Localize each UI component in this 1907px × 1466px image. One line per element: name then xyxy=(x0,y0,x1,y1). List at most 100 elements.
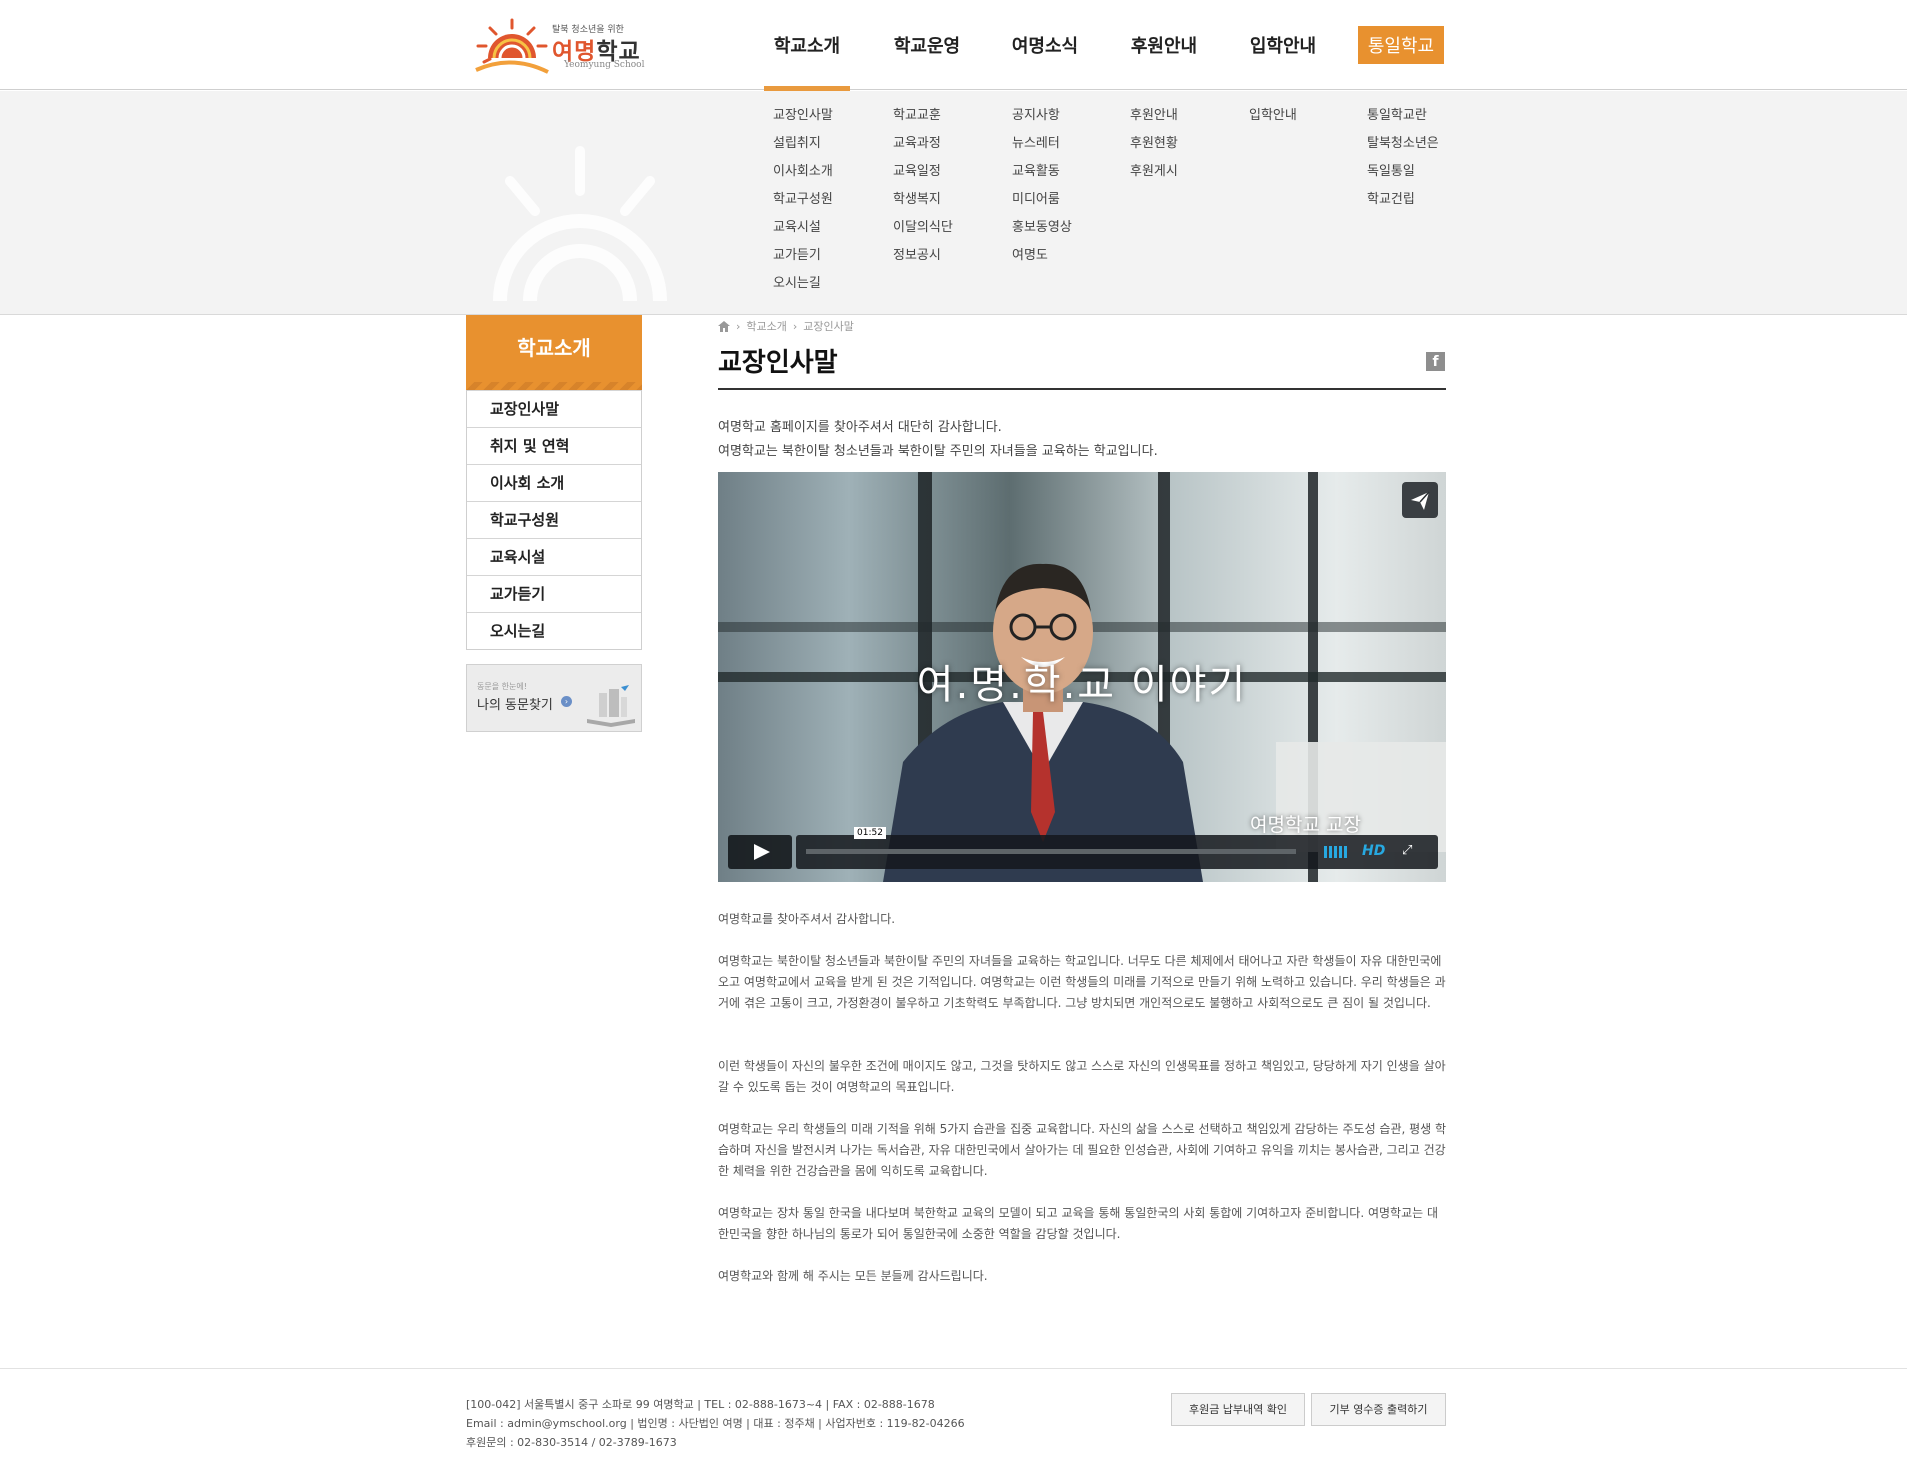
gnb-news[interactable]: 여명소식 xyxy=(1002,0,1088,90)
intro-line: 여명학교 홈페이지를 찾아주셔서 대단히 감사합니다. xyxy=(718,420,1002,435)
footer-address: [100-042] 서울특별시 중구 소파로 99 여명학교 | TEL : 0… xyxy=(466,1398,935,1411)
page-title: 교장인사말 xyxy=(718,348,838,378)
submenu-item[interactable]: 학생복지 xyxy=(893,191,953,219)
submenu-item[interactable]: 통일학교란 xyxy=(1367,107,1439,135)
body-paragraph: 여명학교는 북한이탈 청소년들과 북한이탈 주민의 자녀들을 교육하는 학교입니… xyxy=(718,954,1446,1010)
submenu-item[interactable]: 교육과정 xyxy=(893,135,953,163)
submenu-item[interactable]: 이사회소개 xyxy=(773,163,833,191)
fullscreen-icon[interactable]: ⤢ xyxy=(1402,843,1412,858)
gnb-school-operation[interactable]: 학교운영 xyxy=(884,0,970,90)
banner-small-text: 동문을 한눈에! xyxy=(477,682,527,691)
home-icon[interactable] xyxy=(718,320,730,332)
submenu-item[interactable]: 여명도 xyxy=(1012,247,1072,275)
title-divider xyxy=(718,388,1446,390)
submenu-item[interactable]: 이달의식단 xyxy=(893,219,953,247)
gnb-label: 후원안내 xyxy=(1130,36,1198,57)
submenu-school-intro: 교장인사말 설립취지 이사회소개 학교구성원 교육시설 교가듣기 오시는길 xyxy=(773,107,833,303)
body-paragraph: 이런 학생들이 자신의 불우한 조건에 매이지도 않고, 그것을 탓하지도 않고… xyxy=(718,1059,1446,1094)
sidebar-title: 학교소개 xyxy=(466,315,642,390)
video-subtitle: 여명학교 교장 xyxy=(1250,814,1361,836)
submenu-item[interactable]: 설립취지 xyxy=(773,135,833,163)
submenu-item[interactable]: 교장인사말 xyxy=(773,107,833,135)
chevron-right-icon: › xyxy=(736,319,741,333)
submenu-item[interactable]: 학교교훈 xyxy=(893,107,953,135)
sidebar-menu: 교장인사말 취지 및 연혁 이사회 소개 학교구성원 교육시설 교가듣기 오시는… xyxy=(466,390,642,650)
book-building-icon xyxy=(587,685,635,727)
submenu-admission: 입학안내 xyxy=(1249,107,1297,135)
gnb-label: 학교소개 xyxy=(773,36,841,57)
body-paragraph: 여명학교는 장차 통일 한국을 내다보며 북한학교 교육의 모델이 되고 교육을… xyxy=(718,1206,1439,1241)
submenu-item[interactable]: 탈북청소년은 xyxy=(1367,135,1439,163)
breadcrumb-item: 교장인사말 xyxy=(803,320,854,333)
body-paragraph: 여명학교는 우리 학생들의 미래 기적을 위해 5가지 습관을 집중 교육합니다… xyxy=(718,1122,1447,1178)
sidebar-item-members[interactable]: 학교구성원 xyxy=(467,501,641,538)
submenu-school-operation: 학교교훈 교육과정 교육일정 학생복지 이달의식단 정보공시 xyxy=(893,107,953,275)
gnb-donation[interactable]: 후원안내 xyxy=(1121,0,1207,90)
footer-company-info: Email : admin@ymschool.org | 법인명 : 사단법인 … xyxy=(466,1417,965,1430)
submenu-news: 공지사항 뉴스레터 교육활동 미디어룸 홍보동영상 여명도 xyxy=(1012,107,1072,275)
breadcrumb-item[interactable]: 학교소개 xyxy=(746,318,786,334)
body-paragraph: 여명학교를 찾아주셔서 감사합니다. xyxy=(718,912,896,926)
donation-receipt-button[interactable]: 기부 영수증 출력하기 xyxy=(1311,1393,1446,1426)
submenu-item[interactable]: 후원현황 xyxy=(1130,135,1178,163)
volume-icon[interactable] xyxy=(1324,846,1348,858)
submenu-item[interactable]: 오시는길 xyxy=(773,275,833,303)
footer-divider xyxy=(0,1368,1907,1369)
submenu-item[interactable]: 홍보동영상 xyxy=(1012,219,1072,247)
arrow-circle-icon: › xyxy=(561,696,572,707)
submenu-item[interactable]: 교육일정 xyxy=(893,163,953,191)
video-title: 여.명.학.교 이야기 xyxy=(916,662,1248,708)
body-paragraph: 여명학교와 함께 해 주시는 모든 분들께 감사드립니다. xyxy=(718,1269,988,1283)
sidebar-item-board[interactable]: 이사회 소개 xyxy=(467,464,641,501)
submenu-item[interactable]: 입학안내 xyxy=(1249,107,1297,135)
gnb-label: 여명소식 xyxy=(1011,36,1079,57)
submenu-item[interactable]: 학교건립 xyxy=(1367,191,1439,219)
submenu-unification-school: 통일학교란 탈북청소년은 독일통일 학교건립 xyxy=(1367,107,1439,219)
submenu-item[interactable]: 공지사항 xyxy=(1012,107,1072,135)
header: 탈북 청소년을 위한 여명학교 Yeomyung School 학교소개 학교운… xyxy=(0,0,1907,91)
sidebar-item-school-song[interactable]: 교가듣기 xyxy=(467,575,641,612)
video-player[interactable]: 여.명.학.교 이야기 여명학교 교장 01:52 HD ⤢ xyxy=(718,472,1446,882)
facebook-share-icon[interactable]: f xyxy=(1426,352,1445,371)
chevron-right-icon: › xyxy=(792,319,798,333)
submenu-item[interactable]: 교가듣기 xyxy=(773,247,833,275)
submenu-item[interactable]: 후원안내 xyxy=(1130,107,1178,135)
video-controls: 01:52 HD ⤢ xyxy=(728,827,1438,869)
sidebar-item-facilities[interactable]: 교육시설 xyxy=(467,538,641,575)
submenu-donation: 후원안내 후원현황 후원게시 xyxy=(1130,107,1178,191)
footer-donation-contact: 후원문의 : 02-830-3514 / 02-3789-1673 xyxy=(466,1436,677,1449)
submenu-item[interactable]: 학교구성원 xyxy=(773,191,833,219)
logo-english: Yeomyung School xyxy=(564,60,645,70)
progress-track[interactable] xyxy=(806,849,1296,854)
gnb-admission[interactable]: 입학안내 xyxy=(1240,0,1326,90)
play-button[interactable] xyxy=(728,835,792,869)
submenu-item[interactable]: 뉴스레터 xyxy=(1012,135,1072,163)
submenu-item[interactable]: 정보공시 xyxy=(893,247,953,275)
gnb-label: 통일학교 xyxy=(1357,26,1445,64)
video-timecode: 01:52 xyxy=(854,827,886,839)
sidebar-item-history[interactable]: 취지 및 연혁 xyxy=(467,427,641,464)
sun-watermark-icon xyxy=(493,146,667,302)
sun-logo-icon xyxy=(475,18,549,74)
video-control-bar: 01:52 HD ⤢ xyxy=(796,827,1438,869)
sidebar-item-greeting[interactable]: 교장인사말 xyxy=(467,390,641,427)
logo[interactable]: 탈북 청소년을 위한 여명학교 Yeomyung School xyxy=(470,14,670,74)
submenu-item[interactable]: 독일통일 xyxy=(1367,163,1439,191)
gnb-unification-school[interactable]: 통일학교 xyxy=(1354,0,1448,90)
intro-line: 여명학교는 북한이탈 청소년들과 북한이탈 주민의 자녀들을 교육하는 학교입니… xyxy=(718,444,1158,459)
submenu-item[interactable]: 미디어룸 xyxy=(1012,191,1072,219)
submenu-item[interactable]: 후원게시 xyxy=(1130,163,1178,191)
hd-toggle[interactable]: HD xyxy=(1362,843,1385,859)
gnb-school-intro[interactable]: 학교소개 xyxy=(764,0,850,91)
breadcrumb: › 학교소개 › 교장인사말 xyxy=(718,318,854,334)
send-share-icon[interactable] xyxy=(1402,482,1438,518)
gnb-label: 입학안내 xyxy=(1249,36,1317,57)
alumni-banner[interactable]: 동문을 한눈에! 나의 동문찾기 › xyxy=(466,664,642,732)
banner-title: 나의 동문찾기 xyxy=(477,698,553,713)
mega-menu: 교장인사말 설립취지 이사회소개 학교구성원 교육시설 교가듣기 오시는길 학교… xyxy=(0,91,1907,315)
donation-history-button[interactable]: 후원금 납부내역 확인 xyxy=(1171,1393,1305,1426)
sidebar-item-directions[interactable]: 오시는길 xyxy=(467,612,641,649)
submenu-item[interactable]: 교육활동 xyxy=(1012,163,1072,191)
submenu-item[interactable]: 교육시설 xyxy=(773,219,833,247)
gnb-label: 학교운영 xyxy=(893,36,961,57)
